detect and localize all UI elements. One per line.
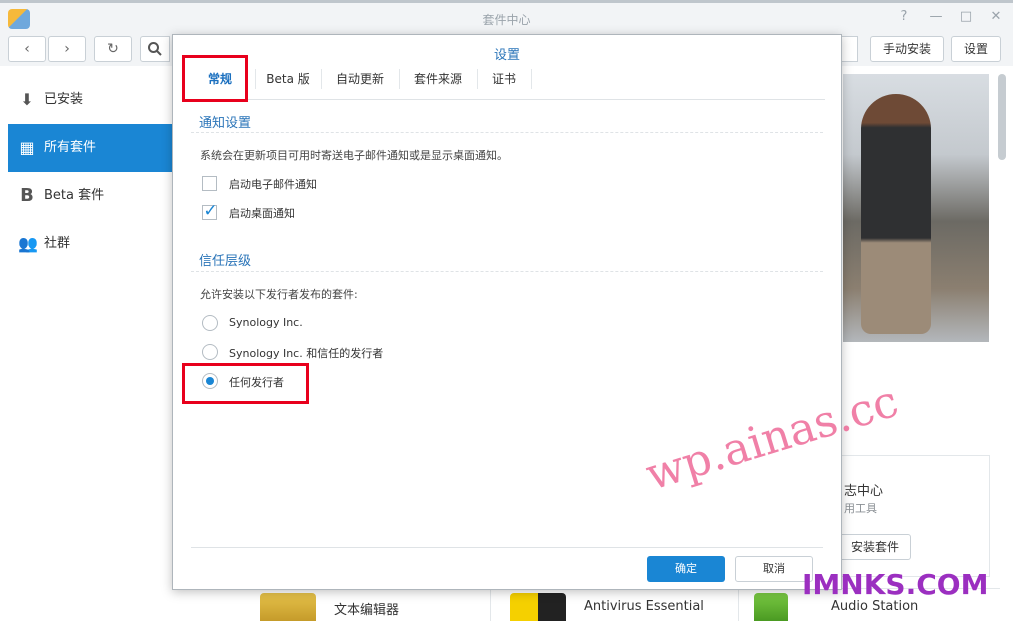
sidebar-item-label: Beta 套件: [44, 188, 105, 203]
highlight-box-any-publisher: [182, 363, 309, 404]
email-notification-label[interactable]: 启动电子邮件通知: [229, 176, 317, 192]
trust-option-trusted-publishers-radio[interactable]: [202, 344, 218, 360]
package-card-subtitle: 用工具: [844, 502, 877, 515]
window-title: 套件中心: [482, 13, 531, 27]
package-item-antivirus[interactable]: Antivirus Essential: [510, 589, 730, 621]
package-item-text-editor[interactable]: 文本编辑器: [260, 589, 480, 621]
maximize-icon[interactable]: □: [958, 9, 974, 24]
download-icon: ⬇: [20, 90, 34, 109]
back-button[interactable]: ‹: [8, 36, 46, 62]
checkmark-icon: ✓: [203, 201, 218, 221]
dialog-title: 设置: [493, 48, 520, 63]
watermark-brand: IMNKS.COM: [802, 568, 989, 601]
tab-divider: [531, 69, 532, 89]
section-divider: [191, 132, 823, 133]
beta-icon: B: [20, 185, 34, 206]
package-name: Audio Station: [831, 599, 919, 614]
close-icon[interactable]: ✕: [988, 9, 1004, 24]
package-name: Antivirus Essential: [584, 599, 704, 614]
divider: [490, 589, 491, 621]
sidebar-item-installed[interactable]: ⬇ 已安装: [8, 76, 172, 124]
install-package-button[interactable]: 安装套件: [839, 534, 911, 560]
sidebar-item-community[interactable]: 👥 社群: [8, 220, 172, 268]
text-editor-icon: [260, 593, 316, 621]
manual-install-button[interactable]: 手动安装: [870, 36, 944, 62]
desktop-notification-checkbox[interactable]: ✓: [202, 201, 218, 221]
package-card[interactable]: 志中心 用工具 安装套件: [838, 455, 990, 577]
settings-dialog: 设置 常规 Beta 版 自动更新 套件来源 证书 通知设置 系统会在更新项目可…: [172, 34, 842, 590]
antivirus-icon: [510, 593, 566, 621]
search-input[interactable]: [140, 36, 170, 62]
grid-icon: ▦: [19, 138, 35, 157]
settings-button[interactable]: 设置: [951, 36, 1001, 62]
banner-person-figure: [861, 94, 931, 334]
sidebar-item-all-packages[interactable]: ▦ 所有套件: [8, 124, 172, 172]
email-notification-checkbox[interactable]: [202, 176, 217, 191]
trust-description: 允许安装以下发行者发布的套件:: [200, 288, 358, 301]
search-icon: [148, 42, 162, 56]
trust-option-trusted-publishers-label[interactable]: Synology Inc. 和信任的发行者: [229, 345, 383, 361]
settings-tabs: 常规 Beta 版 自动更新 套件来源 证书: [187, 67, 825, 101]
package-name: 文本编辑器: [334, 603, 400, 618]
divider: [738, 589, 739, 621]
minimize-icon[interactable]: —: [928, 9, 944, 24]
section-divider: [191, 271, 823, 272]
dialog-footer-divider: [191, 547, 823, 548]
sidebar-item-label: 社群: [44, 236, 71, 251]
desktop-notification-label[interactable]: 启动桌面通知: [229, 205, 295, 221]
highlight-box-general-tab: [182, 55, 248, 102]
ok-button[interactable]: 确定: [647, 556, 725, 582]
sidebar-item-label: 已安装: [44, 92, 84, 107]
audio-station-icon: [754, 593, 788, 621]
tab-divider: [477, 69, 478, 89]
tab-certificate[interactable]: 证书: [479, 67, 529, 99]
trust-option-synology-label[interactable]: Synology Inc.: [229, 316, 303, 329]
package-center-window: 套件中心 ? — □ ✕ ‹ › ↻ 手动安装 设置 ⬇ 已安装 ▦ 所有套件 …: [0, 0, 1013, 621]
scrollbar[interactable]: [998, 74, 1006, 160]
tab-divider: [399, 69, 400, 89]
community-icon: 👥: [18, 234, 38, 253]
tab-auto-update[interactable]: 自动更新: [323, 67, 397, 99]
title-bar: 套件中心 ? — □ ✕: [0, 0, 1013, 32]
help-icon[interactable]: ?: [896, 9, 912, 24]
notification-description: 系统会在更新项目可用时寄送电子邮件通知或是显示桌面通知。: [200, 149, 508, 162]
trust-option-synology-radio[interactable]: [202, 315, 218, 331]
sidebar-item-beta[interactable]: B Beta 套件: [8, 172, 172, 220]
sidebar: ⬇ 已安装 ▦ 所有套件 B Beta 套件 👥 社群: [0, 66, 172, 620]
featured-banner-image[interactable]: [843, 74, 989, 342]
forward-button[interactable]: ›: [48, 36, 86, 62]
tab-package-sources[interactable]: 套件来源: [401, 67, 475, 99]
refresh-button[interactable]: ↻: [94, 36, 132, 62]
notification-settings-heading: 通知设置: [199, 116, 252, 131]
tab-divider: [255, 69, 256, 89]
tab-beta[interactable]: Beta 版: [257, 67, 319, 99]
tab-divider: [321, 69, 322, 89]
trust-level-heading: 信任层级: [199, 254, 252, 269]
sidebar-item-label: 所有套件: [44, 140, 97, 155]
package-card-title: 志中心: [844, 484, 884, 499]
